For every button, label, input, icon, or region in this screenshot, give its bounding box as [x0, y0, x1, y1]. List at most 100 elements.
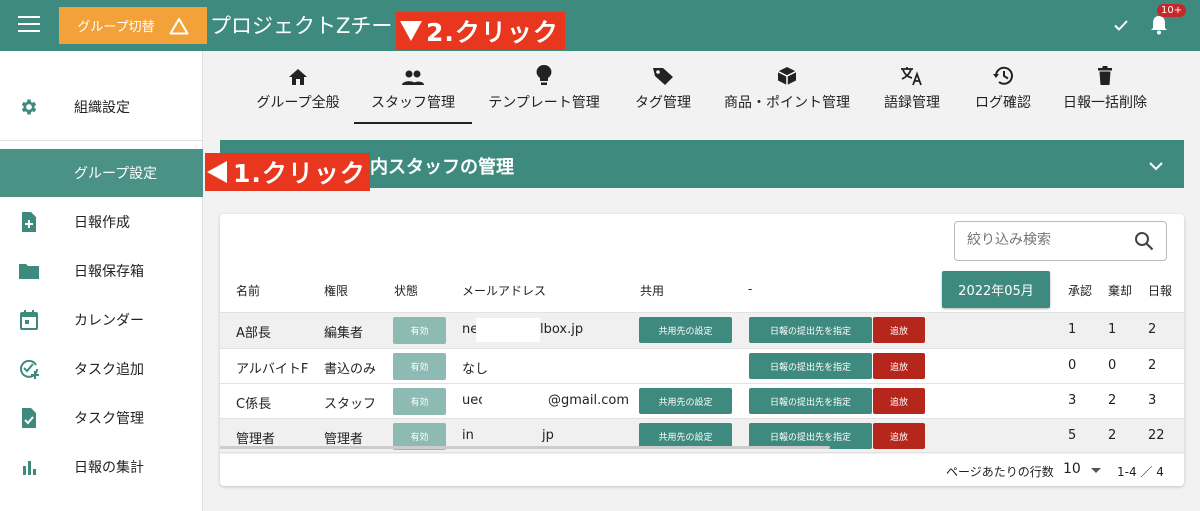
tab-label: 日報一括削除	[1063, 95, 1147, 111]
home-icon	[288, 60, 308, 88]
search-icon[interactable]	[1134, 231, 1154, 255]
sidebar-item-calendar[interactable]: カレンダー	[0, 296, 203, 344]
status-button[interactable]: 有効	[393, 388, 446, 415]
table-pagination: ページあたりの行数 10 1-4 ／ 4	[220, 452, 1184, 486]
people-icon	[401, 60, 425, 88]
tab-staff-management[interactable]: スタッフ管理	[354, 60, 472, 124]
staff-table-card: 名前 権限 状態 メールアドレス 共用 - 2022年05月 承認 棄却 日報 …	[220, 214, 1184, 486]
group-switch-label: グループ切替	[77, 20, 155, 35]
status-button[interactable]: 有効	[393, 353, 446, 380]
header-role: 権限	[324, 284, 349, 298]
share-settings-button[interactable]: 共用先の設定	[639, 388, 732, 414]
history-icon	[992, 60, 1014, 88]
sidebar-item-report-stats[interactable]: 日報の集計	[0, 443, 203, 491]
tab-label: タグ管理	[635, 95, 691, 111]
tab-bulk-delete-reports[interactable]: 日報一括削除	[1060, 60, 1150, 124]
bell-icon[interactable]	[1149, 14, 1169, 40]
tab-label: 語録管理	[884, 95, 940, 111]
section-title: 内スタッフの管理	[370, 157, 514, 178]
tab-product-point-management[interactable]: 商品・ポイント管理	[722, 60, 852, 124]
tab-template-management[interactable]: テンプレート管理	[486, 60, 602, 124]
search-box[interactable]	[954, 221, 1167, 261]
annotation-step1-text: 1.クリック	[233, 159, 366, 188]
header-report: 日報	[1148, 284, 1173, 298]
gear-icon	[18, 96, 40, 118]
sidebar-item-report-box[interactable]: 日報保存箱	[0, 247, 203, 295]
status-button[interactable]: 有効	[393, 317, 446, 344]
tab-label: テンプレート管理	[488, 95, 600, 111]
cell-name: C係長	[236, 397, 272, 412]
sidebar-item-label: 日報の集計	[74, 460, 144, 476]
table-row: C係長 スタッフ 有効 uec @gmail.com 共用先の設定 日報の提出先…	[220, 383, 1184, 419]
task-add-icon	[18, 358, 40, 380]
cell-email-start: in	[462, 428, 474, 443]
menu-icon[interactable]	[18, 16, 40, 34]
rows-per-page-select[interactable]: 10	[1063, 461, 1081, 477]
cell-report: 2	[1148, 322, 1157, 337]
tab-label: 商品・ポイント管理	[724, 95, 850, 111]
cell-name: 管理者	[236, 432, 276, 447]
chevron-down-icon[interactable]	[1148, 156, 1164, 177]
sidebar-item-add-task[interactable]: タスク追加	[0, 345, 203, 393]
warning-icon	[169, 17, 189, 35]
sidebar-item-label: グループ設定	[74, 166, 158, 182]
tab-log-check[interactable]: ログ確認	[970, 60, 1036, 124]
cell-reject: 1	[1108, 322, 1117, 337]
tag-icon	[652, 60, 674, 88]
report-destination-button[interactable]: 日報の提出先を指定	[749, 317, 872, 343]
tab-phrase-management[interactable]: 語録管理	[880, 60, 944, 124]
remove-staff-button[interactable]: 追放	[873, 353, 925, 379]
cell-approve: 1	[1068, 322, 1077, 337]
header-status: 状態	[394, 284, 419, 298]
cell-approve: 3	[1068, 393, 1077, 408]
cell-name: アルバイトF	[236, 362, 309, 377]
cell-approve: 5	[1068, 428, 1077, 443]
redaction-mask	[476, 318, 540, 342]
report-destination-button[interactable]: 日報の提出先を指定	[749, 388, 872, 414]
month-select-button[interactable]: 2022年05月	[942, 271, 1050, 308]
sidebar-item-group-settings[interactable]: グループ設定	[0, 149, 203, 197]
group-switch-button[interactable]: グループ切替	[59, 7, 207, 44]
cell-role: スタッフ	[324, 397, 377, 412]
sidebar-item-label: カレンダー	[74, 313, 144, 329]
header-share: 共用	[640, 284, 665, 298]
check-icon[interactable]	[1112, 16, 1130, 38]
cell-approve: 0	[1068, 358, 1077, 373]
remove-staff-button[interactable]: 追放	[873, 388, 925, 414]
annotation-step2-text: 2.クリック	[426, 18, 559, 47]
tab-label: ログ確認	[975, 95, 1031, 111]
settings-tabs: グループ全般 スタッフ管理 テンプレート管理 タグ管理 商品・ポイント管理 語録…	[220, 60, 1184, 124]
table-row: A部長 編集者 有効 ne lbox.jp 共用先の設定 日報の提出先を指定 追…	[220, 312, 1184, 348]
header-dash: -	[748, 282, 753, 296]
tab-tag-management[interactable]: タグ管理	[631, 60, 695, 124]
search-input[interactable]	[967, 232, 1117, 248]
lightbulb-icon	[536, 60, 552, 88]
cell-name: A部長	[236, 326, 271, 341]
sidebar-item-label: タスク管理	[74, 411, 144, 427]
redaction-mask	[482, 389, 548, 413]
header-reject: 棄却	[1108, 284, 1133, 298]
header-email: メールアドレス	[462, 284, 547, 298]
share-settings-button[interactable]: 共用先の設定	[639, 317, 732, 343]
cell-reject: 0	[1108, 358, 1117, 373]
cell-role: 書込のみ	[324, 362, 377, 377]
tab-group-general[interactable]: グループ全般	[254, 60, 342, 124]
remove-staff-button[interactable]: 追放	[873, 423, 925, 449]
sidebar-item-org-settings[interactable]: 組織設定	[0, 83, 203, 131]
box-icon	[777, 60, 797, 88]
project-title: プロジェクトZチー	[210, 14, 393, 38]
dropdown-arrow-icon[interactable]	[1091, 468, 1101, 473]
arrow-down-icon	[400, 21, 422, 41]
sidebar-item-label: 組織設定	[74, 100, 130, 116]
calendar-icon	[18, 309, 40, 331]
sidebar-item-label: タスク追加	[74, 362, 144, 378]
cell-reject: 2	[1108, 428, 1117, 443]
table-row: アルバイトF 書込のみ 有効 なし 日報の提出先を指定 追放 0 0 2	[220, 348, 1184, 384]
report-destination-button[interactable]: 日報の提出先を指定	[749, 353, 872, 379]
folder-icon	[18, 260, 40, 282]
tab-label: グループ全般	[256, 95, 340, 111]
remove-staff-button[interactable]: 追放	[873, 317, 925, 343]
sidebar-item-create-report[interactable]: 日報作成	[0, 198, 203, 246]
horizontal-scrollbar[interactable]	[220, 446, 830, 449]
sidebar-item-task-management[interactable]: タスク管理	[0, 394, 203, 442]
